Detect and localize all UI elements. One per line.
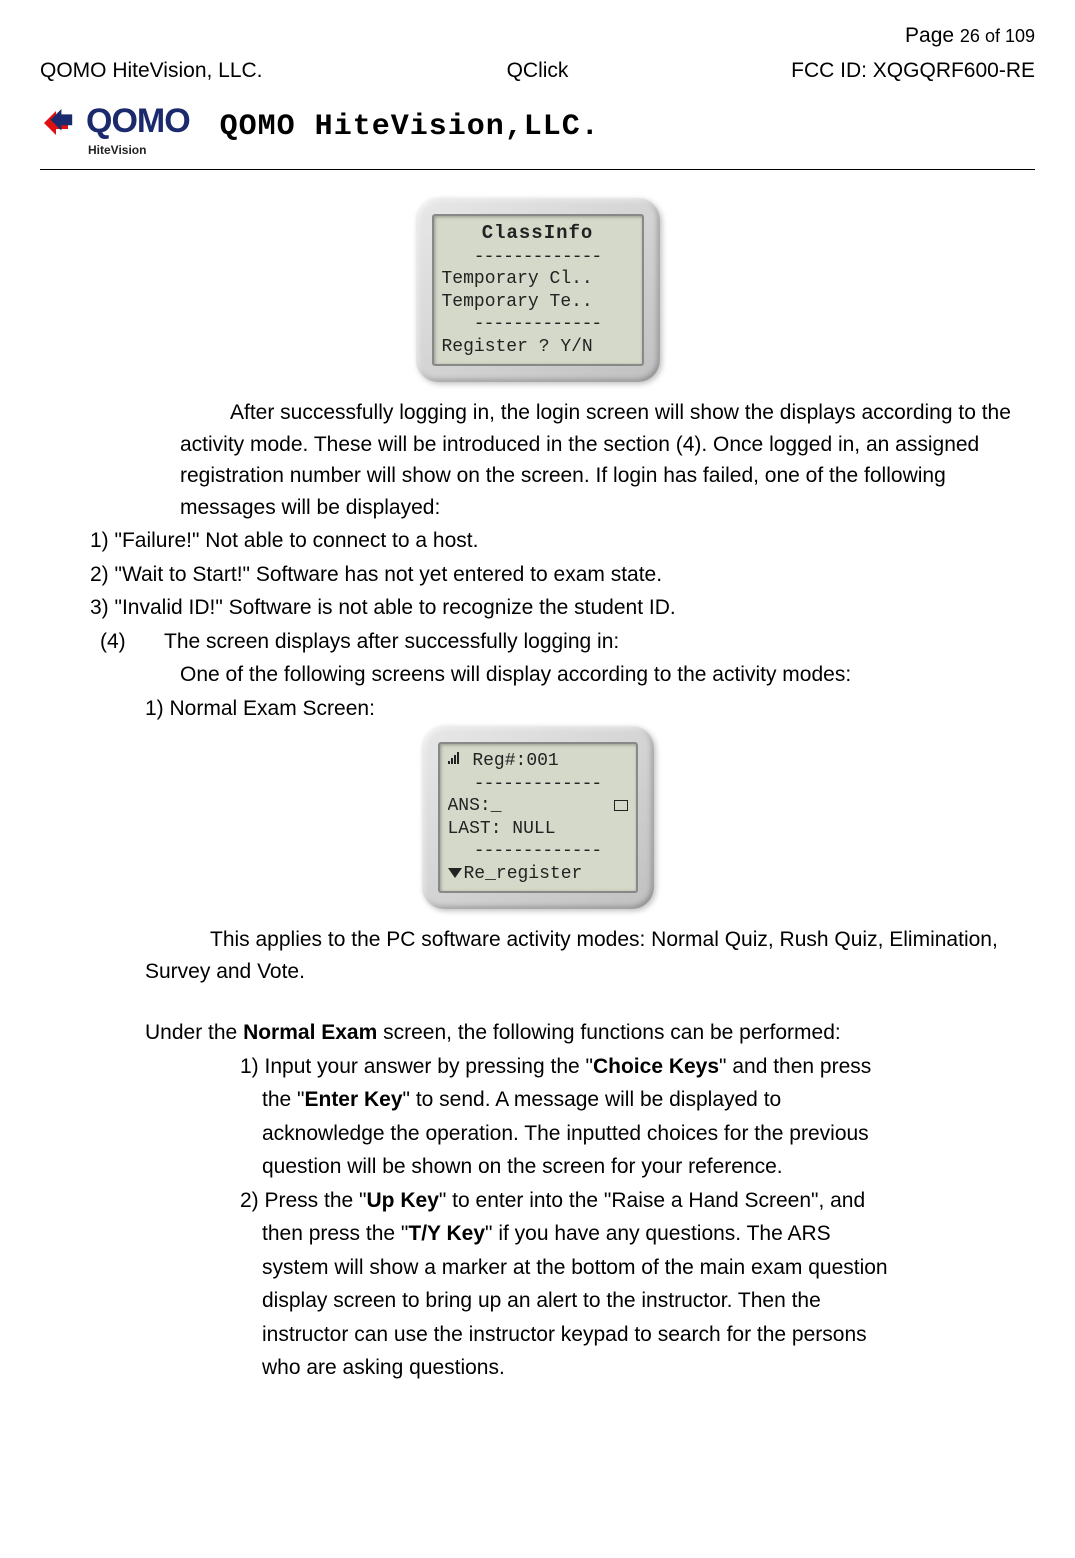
func-2-line2: then press the "T/Y Key" if you have any… <box>40 1218 1035 1250</box>
intro-bold: Normal Exam <box>243 1021 377 1044</box>
lcd1-foot: Register ? Y/N <box>442 336 634 359</box>
blank-line <box>40 989 1035 1017</box>
lcd-classinfo: ClassInfo ------------- Temporary Cl.. T… <box>432 214 644 366</box>
device-screen-classinfo: ClassInfo ------------- Temporary Cl.. T… <box>416 198 660 382</box>
top-header-row: Page 26 of 109 QOMO HiteVision, LLC. QCl… <box>40 20 1035 86</box>
func-1-line4: question will be shown on the screen for… <box>40 1151 1035 1183</box>
f1f: " to send. A message will be displayed t… <box>403 1088 782 1111</box>
f1e: Enter Key <box>304 1088 402 1111</box>
lcd1-dash1: ------------- <box>442 246 634 269</box>
page-of: of <box>980 26 1005 46</box>
normal-exam-intro: Under the Normal Exam screen, the follow… <box>40 1017 1035 1049</box>
header-line: QOMO HiteVision, LLC. QClick FCC ID: XQG… <box>40 55 1035 87</box>
page-current: 26 <box>960 26 980 46</box>
section-4-heading: (4) The screen displays after successful… <box>40 626 1035 658</box>
f1a: 1) Input your answer by pressing the " <box>240 1055 593 1078</box>
logo-row: QOMO HiteVision QOMO HiteVision,LLC. <box>40 96 1035 159</box>
func-2-line4: display screen to bring up an alert to t… <box>40 1285 1035 1317</box>
logo-text: QOMO <box>86 96 190 147</box>
lcd2-ans-row: ANS:_ <box>448 795 628 818</box>
lcd1-title: ClassInfo <box>442 222 634 246</box>
lcd2-dash2: ------------- <box>448 840 628 863</box>
lcd2-rereg-row: Re_register <box>448 863 628 886</box>
lcd1-line1: Temporary Cl.. <box>442 268 634 291</box>
paragraph-after-login: After successfully logging in, the login… <box>40 397 1035 523</box>
func-2-line6: who are asking questions. <box>40 1352 1035 1384</box>
f2d: then press the " <box>262 1222 408 1245</box>
func-2-line1: 2) Press the "Up Key" to enter into the … <box>40 1185 1035 1217</box>
page-label-prefix: Page <box>905 24 960 47</box>
company-title: QOMO HiteVision,LLC. <box>220 105 600 150</box>
lcd2-reg-row: Reg#:001 <box>448 750 628 773</box>
func-1-line1: 1) Input your answer by pressing the "Ch… <box>40 1051 1035 1083</box>
section-4-text: The screen displays after successfully l… <box>164 626 619 658</box>
fail-msg-1: 1) "Failure!" Not able to connect to a h… <box>40 525 1035 557</box>
f2b: Up Key <box>367 1189 439 1212</box>
mode-1-label: 1) Normal Exam Screen: <box>40 693 1035 725</box>
lcd2-rereg: Re_register <box>464 864 583 884</box>
f2a: 2) Press the " <box>240 1189 367 1212</box>
lcd1-line2: Temporary Te.. <box>442 291 634 314</box>
signal-icon <box>448 750 462 773</box>
intro-post: screen, the following functions can be p… <box>377 1021 840 1044</box>
lcd2-ans: ANS:_ <box>448 796 502 816</box>
page-total: 109 <box>1005 26 1035 46</box>
lcd2-last: LAST: NULL <box>448 818 628 841</box>
func-1-line2: the "Enter Key" to send. A message will … <box>40 1084 1035 1116</box>
fcc-id: FCC ID: XQGQRF600-RE <box>703 55 1035 87</box>
down-arrow-icon <box>448 868 462 878</box>
fail-msg-2: 2) "Wait to Start!" Software has not yet… <box>40 559 1035 591</box>
func-2-line5: instructor can use the instructor keypad… <box>40 1319 1035 1351</box>
product-name: QClick <box>372 55 704 87</box>
f2e: T/Y Key <box>408 1222 485 1245</box>
applies-paragraph: This applies to the PC software activity… <box>40 924 1035 987</box>
lcd2-reg: Reg#:001 <box>472 751 558 771</box>
company-left: QOMO HiteVision, LLC. <box>40 55 372 87</box>
intro-pre: Under the <box>145 1021 243 1044</box>
title-divider <box>40 169 1035 170</box>
f2c: " to enter into the "Raise a Hand Screen… <box>439 1189 865 1212</box>
device-screen-exam: Reg#:001 ------------- ANS:_ LAST: NULL … <box>422 726 654 909</box>
lcd2-dash1: ------------- <box>448 773 628 796</box>
f1c: " and then press <box>719 1055 871 1078</box>
f1b: Choice Keys <box>593 1055 719 1078</box>
battery-icon <box>611 795 628 818</box>
logo-text-block: QOMO HiteVision <box>86 96 190 159</box>
lcd1-dash2: ------------- <box>442 313 634 336</box>
logo: QOMO HiteVision <box>40 96 190 159</box>
page-info: Page 26 of 109 <box>40 20 1035 52</box>
fail-msg-3: 3) "Invalid ID!" Software is not able to… <box>40 592 1035 624</box>
logo-arrow-icon <box>40 103 80 153</box>
func-2-line3: system will show a marker at the bottom … <box>40 1252 1035 1284</box>
f1d: the " <box>262 1088 304 1111</box>
section-4-sub: One of the following screens will displa… <box>40 659 1035 691</box>
func-1-line3: acknowledge the operation. The inputted … <box>40 1118 1035 1150</box>
section-4-number: (4) <box>100 626 164 658</box>
lcd-exam: Reg#:001 ------------- ANS:_ LAST: NULL … <box>438 742 638 893</box>
f2f: " if you have any questions. The ARS <box>485 1222 831 1245</box>
